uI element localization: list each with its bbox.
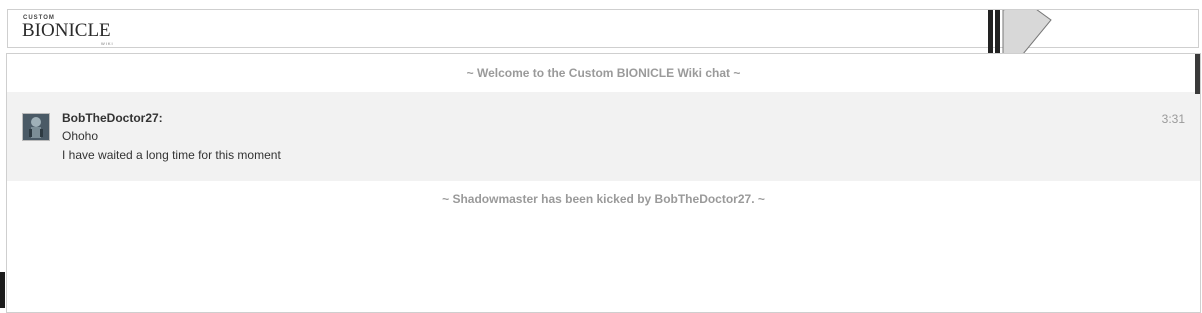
chat-message-area[interactable]: ~ Welcome to the Custom BIONICLE Wiki ch… xyxy=(6,53,1201,313)
message-timestamp: 3:31 xyxy=(1161,112,1185,126)
scrollbar[interactable] xyxy=(1195,54,1200,94)
kick-alert-message: ~ Shadowmaster has been kicked by BobThe… xyxy=(442,192,765,206)
message-username[interactable]: BobTheDoctor27: xyxy=(62,111,163,125)
message-text-line: I have waited a long time for this momen… xyxy=(62,148,281,162)
message-text-line: Ohoho xyxy=(62,129,99,143)
chat-header: CUSTOM BIONICLE WIKI xyxy=(7,9,1199,54)
user-avatar[interactable] xyxy=(22,113,50,141)
chat-message: BobTheDoctor27: Ohoho I have waited a lo… xyxy=(7,92,1200,181)
avatar-figure-icon xyxy=(23,114,49,140)
welcome-message: ~ Welcome to the Custom BIONICLE Wiki ch… xyxy=(466,66,741,80)
arrow-graphic-icon xyxy=(988,10,1052,54)
window-edge xyxy=(0,272,5,308)
logo-main-text: BIONICLE xyxy=(22,20,111,41)
wiki-logo[interactable]: CUSTOM BIONICLE WIKI xyxy=(22,15,118,46)
logo-sub-text: WIKI xyxy=(101,41,114,46)
